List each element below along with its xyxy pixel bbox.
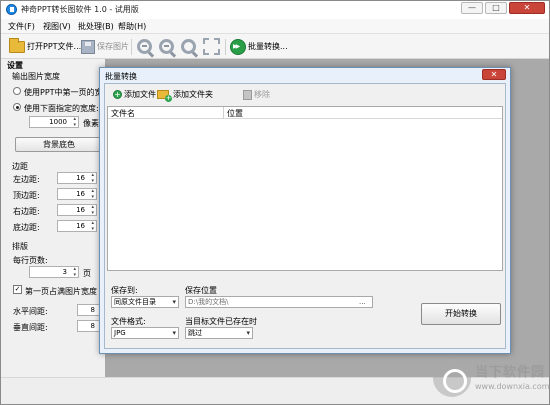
batch-convert-label: 批量转换... xyxy=(248,42,288,51)
file-format-select[interactable]: JPG xyxy=(111,327,179,339)
maximize-button[interactable]: □ xyxy=(485,2,507,14)
left-margin-stepper[interactable]: 16 xyxy=(57,172,97,184)
bottom-margin-stepper[interactable]: 16 xyxy=(57,220,97,232)
layout-title: 排版 xyxy=(12,242,28,251)
save-image-label: 保存图片 xyxy=(97,42,129,51)
radio-first-page-width[interactable] xyxy=(13,87,21,95)
save-to-select[interactable]: 同原文件目录 xyxy=(111,296,179,308)
pixel-unit-label: 像素 xyxy=(83,119,99,128)
custom-width-label: 使用下面指定的宽度: xyxy=(24,104,99,113)
close-button[interactable]: ✕ xyxy=(509,2,545,14)
window-title: 神奇PPT转长图软件 1.0 - 试用版 xyxy=(21,5,139,14)
batch-convert-dialog: 批量转换 ✕ + 添加文件 添加文件夹 移除 文件名 位置 保存到: 同原文件目… xyxy=(99,67,511,354)
settings-panel: 设置 输出图片宽度 使用PPT中第一页的宽度 使用下面指定的宽度: 1000 像… xyxy=(5,59,111,377)
watermark: 当下软件园 www.downxia.com xyxy=(433,355,550,403)
left-margin-label: 左边距: xyxy=(13,175,40,184)
zoom-actual-icon xyxy=(181,39,196,54)
file-list-header: 文件名 位置 xyxy=(108,107,502,119)
background-color-button[interactable]: 背景底色 xyxy=(15,137,103,152)
h-spacing-label: 水平间距: xyxy=(13,307,48,316)
menu-batch[interactable]: 批处理(B) xyxy=(78,21,114,32)
radio-custom-width[interactable] xyxy=(13,103,21,111)
column-divider xyxy=(223,107,224,119)
watermark-text: 当下软件园 xyxy=(475,365,546,380)
bottom-margin-label: 底边距: xyxy=(13,223,40,232)
add-folder-label: 添加文件夹 xyxy=(173,90,213,99)
top-margin-stepper[interactable]: 16 xyxy=(57,188,97,200)
first-page-width-label: 使用PPT中第一页的宽度 xyxy=(24,88,111,97)
fit-window-icon xyxy=(203,38,220,55)
add-icon: + xyxy=(113,90,122,99)
save-location-field[interactable]: D:\我的文档\ ... xyxy=(185,296,373,308)
pages-unit-label: 页 xyxy=(83,269,91,278)
file-list[interactable]: 文件名 位置 xyxy=(107,106,503,271)
save-disk-icon xyxy=(81,39,95,54)
title-bar: 神奇PPT转长图软件 1.0 - 试用版 — □ ✕ xyxy=(1,1,549,19)
add-folder-icon xyxy=(157,90,172,102)
open-ppt-button[interactable]: 打开PPT文件... xyxy=(9,37,81,56)
save-location-label: 保存位置 xyxy=(185,286,217,295)
exists-behavior-select[interactable]: 跳过 xyxy=(185,327,253,339)
save-to-label: 保存到: xyxy=(111,286,138,295)
open-folder-icon xyxy=(9,37,25,53)
watermark-logo-icon xyxy=(433,359,471,397)
menu-bar: 文件(F) 视图(V) 批处理(B) 帮助(H) xyxy=(1,19,549,34)
batch-convert-button[interactable]: 批量转换... xyxy=(230,37,288,56)
add-folder-button[interactable]: 添加文件夹 xyxy=(157,89,213,102)
zoom-in-icon xyxy=(137,39,152,54)
v-spacing-label: 垂直间距: xyxy=(13,323,48,332)
minimize-button[interactable]: — xyxy=(461,2,483,14)
zoom-out-icon xyxy=(159,39,174,54)
right-margin-label: 右边距: xyxy=(13,207,40,216)
remove-button[interactable]: 移除 xyxy=(243,89,270,100)
dialog-close-button[interactable]: ✕ xyxy=(482,69,506,80)
save-image-button[interactable]: 保存图片 xyxy=(81,37,129,56)
add-file-label: 添加文件 xyxy=(124,90,156,99)
menu-file[interactable]: 文件(F) xyxy=(8,21,35,32)
batch-forward-icon xyxy=(230,38,246,55)
open-ppt-label: 打开PPT文件... xyxy=(27,42,82,51)
width-stepper[interactable]: 1000 xyxy=(29,116,79,128)
browse-button[interactable]: ... xyxy=(359,297,371,307)
menu-help[interactable]: 帮助(H) xyxy=(118,21,146,32)
first-page-full-checkbox[interactable]: ✓ xyxy=(13,285,22,294)
start-convert-button[interactable]: 开始转换 xyxy=(421,303,501,325)
toolbar: 打开PPT文件... 保存图片 批量转换... xyxy=(1,34,549,59)
fit-window-button[interactable] xyxy=(203,37,220,56)
app-logo-icon xyxy=(6,4,17,15)
right-margin-stepper[interactable]: 16 xyxy=(57,204,97,216)
watermark-url: www.downxia.com xyxy=(475,382,550,391)
toolbar-divider xyxy=(225,39,226,55)
add-file-button[interactable]: + 添加文件 xyxy=(113,89,156,100)
exists-behavior-label: 当目标文件已存在时 xyxy=(185,317,257,326)
column-location[interactable]: 位置 xyxy=(227,108,243,119)
pages-per-row-label: 每行页数: xyxy=(13,256,48,265)
first-page-full-label: 第一页占满图片宽度 xyxy=(25,287,97,296)
remove-label: 移除 xyxy=(254,90,270,99)
menu-view[interactable]: 视图(V) xyxy=(43,21,71,32)
top-margin-label: 顶边距: xyxy=(13,191,40,200)
remove-icon xyxy=(243,89,252,100)
settings-header: 设置 xyxy=(7,61,23,70)
save-location-value: D:\我的文档\ xyxy=(188,298,229,306)
pages-per-row-stepper[interactable]: 3 xyxy=(29,266,79,278)
output-width-title: 输出图片宽度 xyxy=(12,72,60,81)
zoom-actual-button[interactable] xyxy=(181,37,196,56)
dialog-body: + 添加文件 添加文件夹 移除 文件名 位置 保存到: 同原文件目录 保存位置 … xyxy=(104,83,506,349)
margins-title: 边距 xyxy=(12,162,28,171)
zoom-out-button[interactable] xyxy=(159,37,174,56)
toolbar-divider xyxy=(131,39,132,55)
zoom-in-button[interactable] xyxy=(137,37,152,56)
file-format-label: 文件格式: xyxy=(111,317,146,326)
dialog-title: 批量转换 xyxy=(105,72,137,81)
column-filename[interactable]: 文件名 xyxy=(111,108,135,119)
